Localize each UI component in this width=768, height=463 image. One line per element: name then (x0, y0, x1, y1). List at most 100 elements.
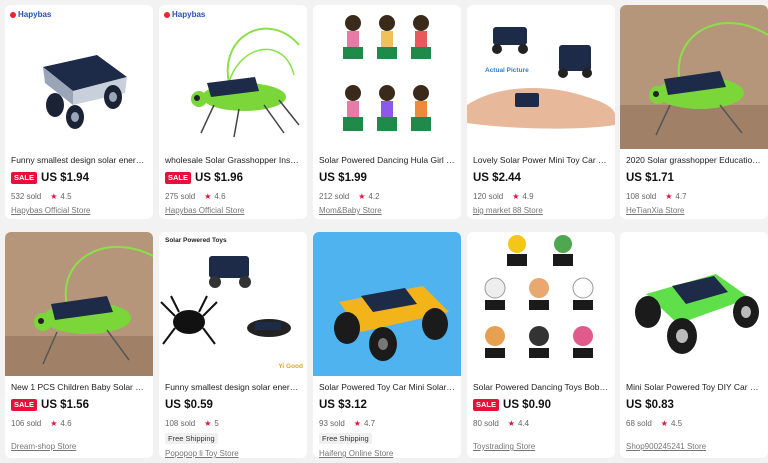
product-grid: Hapybas Funny smallest design solar ener… (0, 0, 768, 463)
product-image[interactable] (5, 232, 153, 376)
product-title[interactable]: 2020 Solar grasshopper Education... (626, 155, 762, 166)
sold-count: 275 sold (165, 191, 196, 201)
product-title[interactable]: Solar Powered Dancing Hula Girl D... (319, 155, 455, 166)
product-title[interactable]: Funny smallest design solar energ... (11, 155, 147, 166)
rating-value: 4.9 (522, 191, 534, 201)
product-price: US $1.94 (41, 172, 89, 184)
sold-count: 106 sold (11, 418, 42, 428)
product-title[interactable]: Solar Powered Toy Car Mini Solar ... (319, 382, 455, 393)
product-price: US $0.90 (503, 399, 551, 411)
sold-count: 108 sold (165, 418, 196, 428)
brand-logo: Hapybas (10, 10, 51, 19)
hand-mini-car-icon (467, 5, 615, 149)
product-card[interactable]: Solar Powered Toy Car Mini Solar ... US … (313, 232, 461, 458)
product-price: US $0.83 (626, 399, 674, 411)
store-link[interactable]: big market 88 Store (473, 206, 609, 215)
sale-badge: SALE (11, 172, 38, 184)
sold-count: 80 sold (473, 418, 499, 428)
star-icon: ★ (358, 191, 366, 201)
product-image[interactable]: Solar Powered Toys Yi Good (159, 232, 307, 376)
solar-toys-icon (159, 232, 307, 376)
rating-value: 4.2 (368, 191, 380, 201)
diy-solar-car-icon (313, 232, 461, 376)
product-card[interactable]: Solar Powered Dancing Hula Girl D... US … (313, 5, 461, 219)
rating-value: 4.5 (670, 418, 683, 428)
product-image[interactable] (620, 5, 768, 149)
rating-value: 4.5 (60, 191, 72, 201)
bobble-toys-icon (467, 232, 615, 376)
product-title[interactable]: Lovely Solar Power Mini Toy Car R... (473, 155, 609, 166)
product-card[interactable]: Mini Solar Powered Toy DIY Car Kit... US… (620, 232, 768, 458)
brand-logo: Hapybas (164, 10, 205, 19)
store-link[interactable]: Haifeng Online Store (319, 449, 455, 458)
product-title[interactable]: Mini Solar Powered Toy DIY Car Kit... (626, 382, 762, 393)
product-card[interactable]: Solar Powered Toys Yi Good Funny smalles… (159, 232, 307, 458)
star-icon: ★ (204, 418, 212, 428)
product-price: US $2.44 (473, 172, 521, 184)
product-price: US $1.96 (195, 172, 243, 184)
hula-girl-icon (313, 5, 461, 149)
star-icon: ★ (665, 191, 673, 201)
rating-value: 4.4 (517, 418, 530, 428)
grasshopper-photo-icon (5, 232, 153, 376)
sold-count: 120 sold (473, 191, 504, 201)
image-caption: Actual Picture (485, 67, 529, 74)
store-link[interactable]: Hapybas Official Store (11, 206, 147, 215)
sold-count: 532 sold (11, 191, 42, 201)
product-card[interactable]: Hapybas Funny smallest design solar ener… (5, 5, 153, 219)
product-price: US $3.12 (319, 399, 367, 411)
product-price: US $1.56 (41, 399, 89, 411)
star-icon: ★ (50, 191, 58, 201)
product-title[interactable]: New 1 PCS Children Baby Solar Po... (11, 382, 147, 393)
star-icon: ★ (660, 418, 668, 428)
store-link[interactable]: Toystrading Store (473, 442, 609, 451)
product-image[interactable] (467, 232, 615, 376)
product-card[interactable]: New 1 PCS Children Baby Solar Po... SALE… (5, 232, 153, 458)
sold-count: 68 sold (626, 418, 652, 428)
product-price: US $0.59 (165, 399, 213, 411)
product-title[interactable]: Solar Powered Dancing Toys Bobbl... (473, 382, 609, 393)
product-image[interactable]: Hapybas (159, 5, 307, 149)
sale-badge: SALE (473, 399, 500, 411)
star-icon: ★ (204, 191, 212, 201)
rating-value: 4.6 (214, 191, 226, 201)
product-image[interactable]: Hapybas (5, 5, 153, 149)
brand-watermark: Yi Good (278, 363, 303, 370)
store-link[interactable]: Shop900245241 Store (626, 442, 762, 451)
product-image[interactable] (620, 232, 768, 376)
product-card[interactable]: Actual Picture Lovely Solar Power Mini T… (467, 5, 615, 219)
star-icon: ★ (507, 418, 515, 428)
star-icon: ★ (50, 418, 58, 428)
rating-value: 4.6 (60, 418, 72, 428)
product-title[interactable]: wholesale Solar Grasshopper Inse... (165, 155, 301, 166)
green-diy-car-icon (620, 232, 768, 376)
sold-count: 108 sold (626, 191, 657, 201)
sale-badge: SALE (165, 172, 192, 184)
store-link[interactable]: Dream-shop Store (11, 442, 147, 451)
store-link[interactable]: Hapybas Official Store (165, 206, 301, 215)
store-link[interactable]: Mom&Baby Store (319, 206, 455, 215)
store-link[interactable]: Popopop li Toy Store (165, 449, 301, 458)
image-caption: Solar Powered Toys (165, 237, 227, 244)
product-card[interactable]: 2020 Solar grasshopper Education... US $… (620, 5, 768, 219)
product-price: US $1.99 (319, 172, 367, 184)
rating-value: 4.7 (675, 191, 687, 201)
store-link[interactable]: HeTianXia Store (626, 206, 762, 215)
product-image[interactable] (313, 232, 461, 376)
rating-value: 4.7 (363, 418, 376, 428)
sold-count: 93 sold (319, 418, 345, 428)
product-price: US $1.71 (626, 172, 674, 184)
product-card[interactable]: Hapybas wholesale Solar Grasshopper Inse… (159, 5, 307, 219)
product-image[interactable]: Actual Picture (467, 5, 615, 149)
free-shipping-badge: Free Shipping (319, 433, 372, 444)
sale-badge: SALE (11, 399, 38, 411)
grasshopper-photo-icon (620, 5, 768, 149)
star-icon: ★ (353, 418, 361, 428)
product-title[interactable]: Funny smallest design solar energ... (165, 382, 301, 393)
rating-value: 5 (214, 418, 219, 428)
product-card[interactable]: Solar Powered Dancing Toys Bobbl... SALE… (467, 232, 615, 458)
product-image[interactable] (313, 5, 461, 149)
free-shipping-badge: Free Shipping (165, 433, 218, 444)
star-icon: ★ (512, 191, 520, 201)
solar-grasshopper-icon (159, 5, 307, 149)
